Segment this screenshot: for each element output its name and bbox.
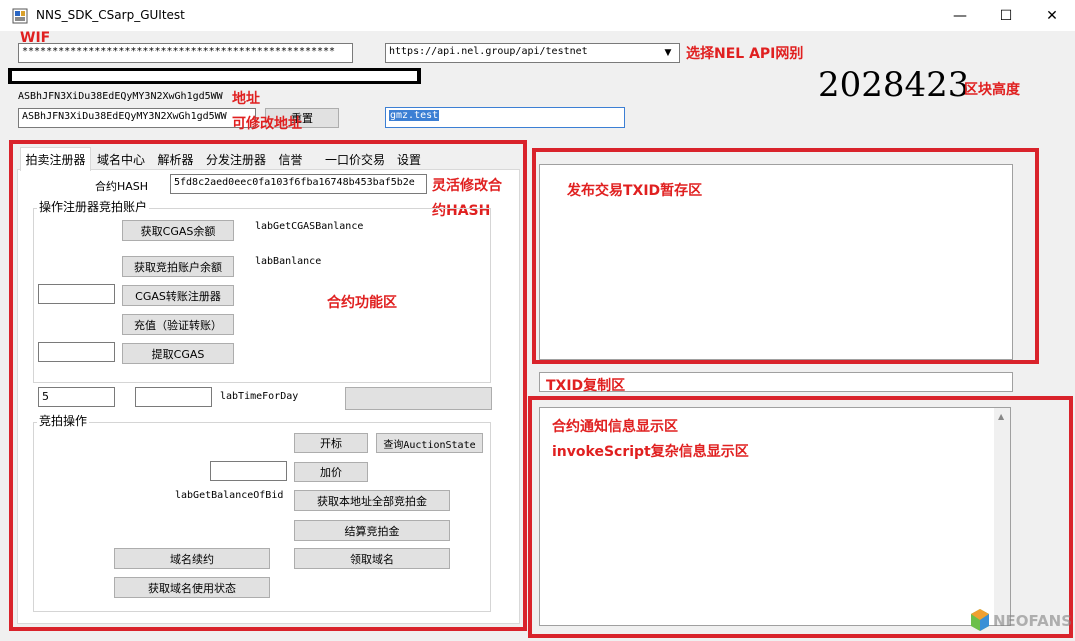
- annotation-notify-2: invokeScript复杂信息显示区: [552, 444, 749, 460]
- renew-domain-button[interactable]: 域名续约: [114, 548, 270, 569]
- annotation-address-editable: 可修改地址: [232, 116, 302, 132]
- tab-settings[interactable]: 设置: [392, 149, 426, 170]
- tab-domain-center[interactable]: 域名中心: [93, 149, 149, 170]
- minimize-button[interactable]: —: [937, 0, 983, 31]
- annotation-txid-store: 发布交易TXID暂存区: [567, 183, 703, 199]
- tab-reputation[interactable]: 信誉: [273, 149, 308, 170]
- get-bid-account-balance-button[interactable]: 获取竞拍账户余额: [122, 256, 234, 277]
- get-cgas-balance-button[interactable]: 获取CGAS余额: [122, 220, 234, 241]
- account-group-title: 操作注册器竞拍账户: [37, 198, 150, 215]
- settle-bid-funds-button[interactable]: 结算竞拍金: [294, 520, 450, 541]
- balance-label: labBanlance: [255, 256, 322, 267]
- time-for-day-label: labTimeForDay: [220, 391, 299, 402]
- blank-action-button[interactable]: [345, 387, 492, 410]
- withdraw-amount-input[interactable]: [38, 342, 115, 362]
- watermark-text: NEOFANS: [993, 612, 1073, 630]
- get-all-bid-funds-button[interactable]: 获取本地址全部竞拍金: [294, 490, 450, 511]
- annotation-address: 地址: [232, 91, 260, 107]
- annotation-contract-area: 合约功能区: [327, 295, 397, 311]
- days-input[interactable]: 5: [38, 387, 115, 407]
- recharge-button[interactable]: 充值（验证转账）: [122, 314, 234, 335]
- tab-fixed-price-trade[interactable]: 一口价交易: [320, 149, 390, 170]
- annotation-txid-copy: TXID复制区: [546, 378, 626, 394]
- contract-hash-label: 合约HASH: [95, 180, 149, 193]
- tab-distribution-registrar[interactable]: 分发注册器: [201, 149, 271, 170]
- raise-bid-button[interactable]: 加价: [294, 462, 368, 482]
- query-auction-state-button[interactable]: 查询AuctionState: [376, 433, 483, 453]
- api-select-value: https://api.nel.group/api/testnet: [389, 46, 588, 57]
- close-button[interactable]: ✕: [1029, 0, 1075, 31]
- left-edge-panel: [0, 200, 6, 360]
- cgas-amount-input[interactable]: [38, 284, 115, 304]
- tab-auction-registrar[interactable]: 拍卖注册器: [20, 147, 91, 171]
- time-input[interactable]: [135, 387, 212, 407]
- block-height-value: 2028423: [818, 65, 970, 105]
- window-title: NNS_SDK_CSarp_GUItest: [36, 8, 185, 22]
- annotation-flex-hash-1: 灵活修改合: [432, 178, 502, 194]
- contract-hash-input[interactable]: 5fd8c2aed0eec0fa103f6fba16748b453baf5b2e: [170, 174, 427, 194]
- maximize-button[interactable]: ☐: [983, 0, 1029, 31]
- domain-input-text: gmz.test: [389, 110, 440, 121]
- redaction-bar: [8, 68, 421, 84]
- chevron-down-icon[interactable]: ▼: [661, 46, 675, 60]
- app-icon: [12, 8, 28, 24]
- domain-usage-state-button[interactable]: 获取域名使用状态: [114, 577, 270, 598]
- annotation-block-height: 区块高度: [964, 82, 1020, 98]
- domain-input[interactable]: gmz.test: [385, 107, 625, 128]
- open-bid-button[interactable]: 开标: [294, 433, 368, 453]
- neofans-logo-icon: [970, 608, 990, 632]
- claim-domain-button[interactable]: 领取域名: [294, 548, 450, 569]
- cgas-transfer-registrar-button[interactable]: CGAS转账注册器: [122, 285, 234, 306]
- cgas-balance-label: labGetCGASBanlance: [255, 221, 364, 232]
- tab-resolver[interactable]: 解析器: [152, 149, 199, 170]
- annotation-notify-1: 合约通知信息显示区: [552, 419, 678, 435]
- address-input[interactable]: ASBhJFN3XiDu38EdEQyMY3N2XwGh1gd5WW: [18, 108, 256, 128]
- annotation-choose-api: 选择NEL API网别: [686, 46, 804, 62]
- withdraw-cgas-button[interactable]: 提取CGAS: [122, 343, 234, 364]
- balance-of-bid-label: labGetBalanceOfBid: [175, 490, 284, 501]
- api-select[interactable]: https://api.nel.group/api/testnet: [385, 43, 680, 63]
- auction-group-title: 竞拍操作: [37, 412, 90, 429]
- address-label: ASBhJFN3XiDu38EdEQyMY3N2XwGh1gd5WW: [18, 91, 223, 102]
- raise-amount-input[interactable]: [210, 461, 287, 481]
- wif-input[interactable]: ****************************************…: [18, 43, 353, 63]
